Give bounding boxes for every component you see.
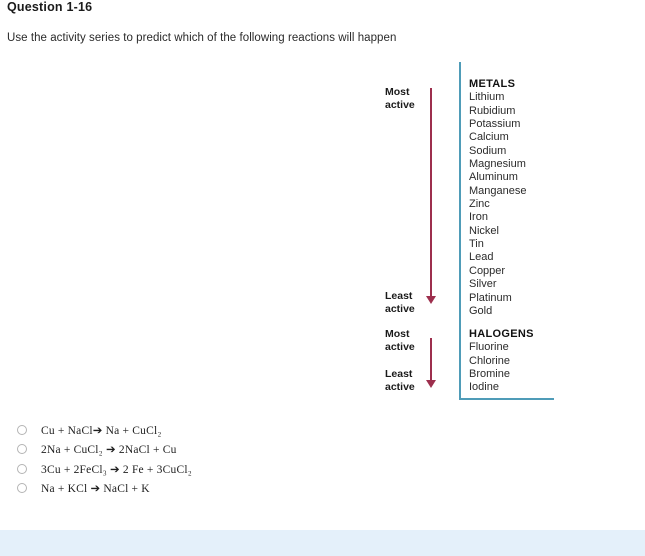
list-item: Rubidium	[469, 104, 516, 117]
answer-option[interactable]: 3Cu + 2FeCl₃ ➔ 2 Fe + 3CuCl₂	[17, 459, 357, 479]
bracket-vertical-line	[459, 62, 461, 400]
page-title: Question 1-16	[7, 0, 93, 14]
halogens-list-heading: HALOGENS	[469, 328, 534, 340]
label-line: active	[385, 98, 415, 111]
answer-equation-text: Cu + NaCl➔ Na + CuCl₂	[41, 424, 162, 437]
label-line: active	[385, 380, 415, 393]
list-item: Magnesium	[469, 158, 526, 171]
answer-options-group: Cu + NaCl➔ Na + CuCl₂ 2Na + CuCl₂ ➔ 2NaCl…	[17, 420, 357, 498]
list-item: Fluorine	[469, 341, 509, 354]
list-item: Nickel	[469, 224, 499, 237]
bracket-bottom-line	[459, 398, 554, 400]
label-line: Most	[385, 328, 410, 340]
metals-most-active-label: Most active	[385, 86, 429, 111]
answer-radio-button[interactable]	[17, 424, 27, 435]
answer-option[interactable]: Na + KCl ➔ NaCl + K	[17, 479, 357, 499]
list-item: Bromine	[469, 368, 510, 381]
metals-least-active-label: Least active	[385, 290, 429, 315]
list-item: Gold	[469, 304, 493, 317]
halogens-list: HALOGENS Fluorine Chlorine Bromine Iodine	[469, 328, 534, 395]
halogens-most-active-label: Most active	[385, 328, 429, 353]
answer-equation-text: 2Na + CuCl₂ ➔ 2NaCl + Cu	[41, 444, 177, 457]
arrow-shaft	[430, 338, 432, 382]
list-item: Iodine	[469, 381, 499, 394]
answer-option[interactable]: 2Na + CuCl₂ ➔ 2NaCl + Cu	[17, 440, 357, 460]
metals-down-arrow-icon	[425, 88, 437, 306]
metals-list: METALS Lithium Rubidium Potassium Calcium So…	[469, 78, 527, 318]
label-line: active	[385, 302, 415, 315]
list-item: Tin	[469, 238, 484, 251]
halogens-least-active-label: Least active	[385, 368, 429, 393]
list-item: Potassium	[469, 118, 521, 131]
list-item: Aluminum	[469, 171, 518, 184]
activity-series-figure: Most active Least active Most active Least a…	[385, 58, 565, 403]
list-item: Platinum	[469, 291, 512, 304]
answer-option[interactable]: Cu + NaCl➔ Na + CuCl₂	[17, 420, 357, 440]
list-item: Iron	[469, 211, 488, 224]
answer-radio-button[interactable]	[17, 463, 27, 474]
question-prompt: Use the activity series to predict which…	[7, 32, 397, 44]
list-item: Calcium	[469, 131, 509, 144]
label-line: Least	[385, 290, 413, 302]
list-item: Copper	[469, 264, 506, 277]
list-item: Lead	[469, 251, 494, 264]
list-item: Zinc	[469, 198, 490, 211]
list-item: Silver	[469, 278, 497, 291]
list-item: Sodium	[469, 144, 507, 157]
answer-equation-text: Na + KCl ➔ NaCl + K	[41, 483, 150, 496]
bottom-status-bar	[0, 530, 645, 556]
label-line: Most	[385, 86, 410, 98]
answer-radio-button[interactable]	[17, 483, 27, 494]
answer-equation-text: 3Cu + 2FeCl₃ ➔ 2 Fe + 3CuCl₂	[41, 463, 192, 476]
list-item: Manganese	[469, 184, 527, 197]
answer-radio-button[interactable]	[17, 444, 27, 455]
label-line: active	[385, 340, 415, 353]
list-item: Chlorine	[469, 354, 510, 367]
halogens-list-items: Fluorine Chlorine Bromine Iodine	[469, 341, 534, 394]
metals-list-items: Lithium Rubidium Potassium Calcium Sodium Mag…	[469, 91, 527, 318]
metals-list-heading: METALS	[469, 78, 516, 90]
list-item: Lithium	[469, 91, 505, 104]
label-line: Least	[385, 368, 413, 380]
arrow-shaft	[430, 88, 432, 298]
